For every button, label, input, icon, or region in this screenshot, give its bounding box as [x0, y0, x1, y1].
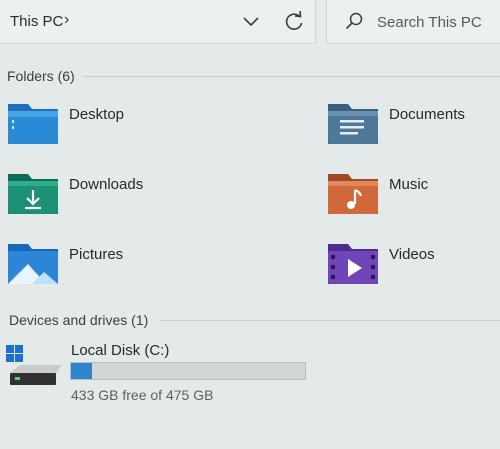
drive-usage-bar: [70, 362, 306, 380]
desktop-folder-icon: [8, 104, 58, 144]
folder-label: Pictures: [69, 246, 124, 263]
folder-label: Documents: [389, 106, 465, 123]
videos-folder-icon: [328, 244, 378, 284]
folder-label: Desktop: [69, 106, 125, 123]
folder-item-music[interactable]: Music: [326, 170, 496, 220]
folder-item-pictures[interactable]: Pictures: [6, 240, 206, 290]
breadcrumb-chevron-icon[interactable]: ›: [64, 11, 69, 29]
documents-folder-icon: [328, 104, 378, 144]
refresh-icon[interactable]: [283, 9, 305, 33]
search-box[interactable]: Search This PC: [326, 0, 500, 44]
search-placeholder: Search This PC: [377, 14, 482, 31]
folder-item-videos[interactable]: Videos: [326, 240, 496, 290]
drives-section-header[interactable]: Devices and drives (1): [9, 312, 148, 328]
pictures-folder-icon: [8, 244, 58, 284]
downloads-folder-icon: [8, 174, 58, 214]
drive-free-space: 433 GB free of 475 GB: [71, 387, 214, 403]
breadcrumb-this-pc[interactable]: This PC: [10, 13, 63, 30]
top-bar: This PC › Search This PC: [0, 0, 500, 46]
folder-item-desktop[interactable]: Desktop: [6, 100, 206, 150]
chevron-down-icon[interactable]: [240, 8, 262, 34]
folder-item-documents[interactable]: Documents: [326, 100, 496, 150]
folder-label: Downloads: [69, 176, 144, 193]
folders-section-header[interactable]: Folders (6): [7, 68, 75, 84]
drive-item-local-disk-c[interactable]: Local Disk (C:) 433 GB free of 475 GB: [6, 337, 326, 407]
folder-label: Videos: [389, 246, 435, 263]
search-icon: [345, 12, 363, 30]
music-folder-icon: [328, 174, 378, 214]
drive-name: Local Disk (C:): [71, 342, 170, 359]
folder-label: Music: [389, 176, 429, 193]
folders-divider: [84, 76, 500, 77]
drives-divider: [160, 320, 500, 321]
drive-usage-fill: [71, 363, 92, 379]
address-bar[interactable]: This PC ›: [0, 0, 316, 44]
folder-item-downloads[interactable]: Downloads: [6, 170, 206, 220]
hard-drive-icon: [6, 345, 62, 385]
